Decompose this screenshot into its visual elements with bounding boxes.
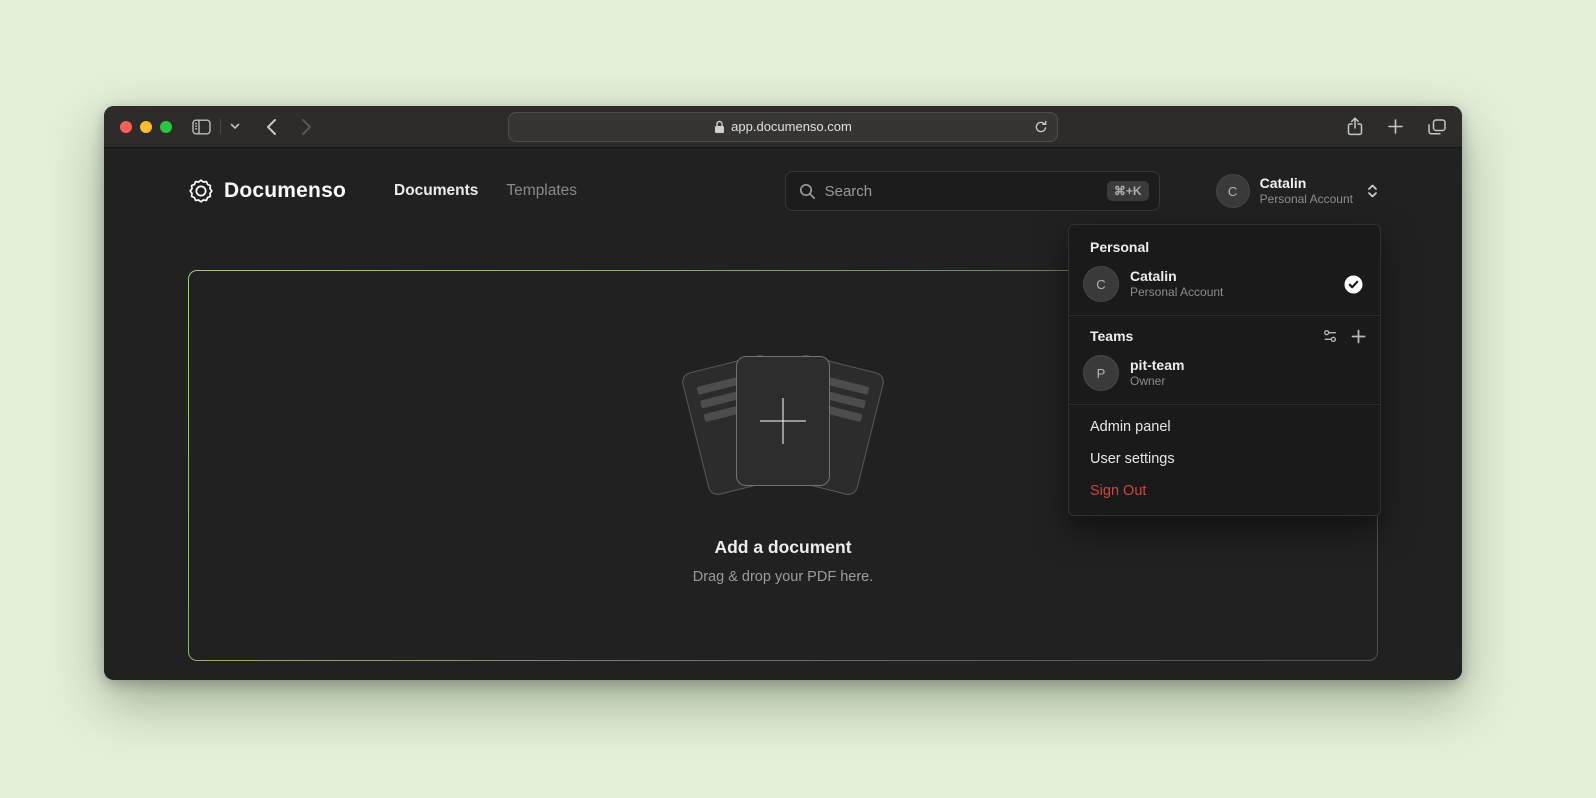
app-content: Documenso Documents Templates ⌘+K C — [104, 148, 1462, 679]
menu-divider — [1069, 404, 1380, 405]
menu-teams-header: Teams — [1090, 328, 1133, 344]
main-nav: Documents Templates — [394, 182, 577, 200]
search-icon — [799, 183, 816, 200]
toolbar-left-group — [192, 119, 240, 135]
account-menu-button[interactable]: C Catalin Personal Account — [1216, 174, 1378, 208]
tab-overview-icon[interactable] — [1428, 119, 1446, 135]
minimize-window-button[interactable] — [140, 121, 152, 133]
personal-account-avatar: C — [1083, 266, 1119, 302]
create-team-plus-icon[interactable] — [1351, 329, 1366, 344]
documenso-logo-icon — [188, 178, 214, 204]
browser-titlebar: app.documenso.com — [104, 106, 1462, 148]
menu-item-user-settings[interactable]: User settings — [1069, 443, 1380, 475]
account-meta: Catalin Personal Account — [1260, 175, 1353, 208]
manage-teams-icon[interactable] — [1322, 328, 1338, 344]
share-icon[interactable] — [1347, 117, 1363, 136]
traffic-lights — [120, 121, 172, 133]
search-shortcut-badge: ⌘+K — [1107, 181, 1149, 201]
add-document-plus-icon — [760, 398, 806, 444]
dropzone-title: Add a document — [714, 537, 851, 558]
nav-documents[interactable]: Documents — [394, 182, 478, 200]
browser-window: app.documenso.com — [104, 106, 1462, 680]
url-text: app.documenso.com — [731, 119, 852, 134]
forward-icon[interactable] — [301, 118, 312, 136]
address-bar[interactable]: app.documenso.com — [508, 112, 1058, 142]
team-avatar: P — [1083, 355, 1119, 391]
menu-personal-account-item[interactable]: C Catalin Personal Account — [1069, 261, 1380, 311]
team-name: pit-team — [1130, 356, 1184, 374]
account-dropdown-menu: Personal C Catalin Personal Account Team… — [1068, 224, 1381, 516]
back-icon[interactable] — [266, 118, 277, 136]
account-avatar: C — [1216, 174, 1250, 208]
menu-item-sign-out[interactable]: Sign Out — [1069, 475, 1380, 507]
menu-divider — [1069, 315, 1380, 316]
menu-team-item[interactable]: P pit-team Owner — [1069, 350, 1380, 400]
personal-account-subtitle: Personal Account — [1130, 285, 1223, 301]
menu-personal-header: Personal — [1069, 231, 1380, 261]
reload-icon[interactable] — [1034, 119, 1048, 134]
brand[interactable]: Documenso — [188, 178, 346, 204]
lock-icon — [714, 120, 725, 134]
search-input[interactable] — [825, 183, 1098, 200]
dropzone-subtitle: Drag & drop your PDF here. — [693, 569, 874, 585]
menu-teams-header-row: Teams — [1069, 322, 1380, 350]
team-role: Owner — [1130, 374, 1184, 390]
new-tab-icon[interactable] — [1388, 119, 1403, 134]
zoom-window-button[interactable] — [160, 121, 172, 133]
personal-account-name: Catalin — [1130, 267, 1223, 285]
sidebar-chevron-down-icon[interactable] — [230, 123, 240, 130]
search-box[interactable]: ⌘+K — [785, 171, 1160, 211]
brand-name: Documenso — [224, 179, 346, 203]
app-header: Documenso Documents Templates ⌘+K C — [104, 148, 1462, 234]
sidebar-toggle-icon[interactable] — [192, 119, 211, 135]
document-card-center — [736, 356, 830, 486]
toolbar-divider — [220, 119, 221, 134]
browser-nav-arrows — [266, 118, 312, 136]
menu-item-admin-panel[interactable]: Admin panel — [1069, 411, 1380, 443]
account-name: Catalin — [1260, 175, 1353, 193]
document-stack-illustration — [668, 346, 898, 511]
chevrons-up-down-icon — [1367, 183, 1378, 199]
selected-check-icon — [1343, 274, 1364, 295]
nav-templates[interactable]: Templates — [506, 182, 577, 200]
close-window-button[interactable] — [120, 121, 132, 133]
account-subtitle: Personal Account — [1260, 192, 1353, 207]
toolbar-right-group — [1347, 117, 1446, 136]
